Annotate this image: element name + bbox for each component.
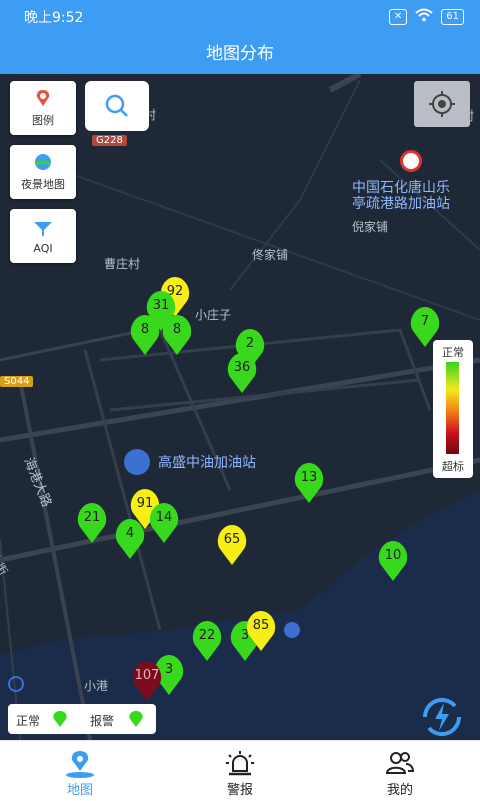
station-marker-value: 21	[83, 510, 101, 525]
station-marker-value: 85	[252, 618, 270, 633]
gauge-bottom-label: 超标	[442, 460, 464, 473]
map-label-cao-zhuang: 曹庄村	[104, 257, 141, 271]
station-marker-value: 31	[152, 298, 170, 313]
mute-icon: ✕	[388, 8, 408, 25]
station-marker-value: 14	[155, 510, 173, 525]
station-marker-value: 13	[300, 470, 318, 485]
station-marker[interactable]: 4	[113, 518, 147, 560]
map-label-xiao-zhuang: 小庄子	[195, 308, 232, 322]
energy-bolt-icon	[420, 695, 464, 739]
battery-icon: 61	[441, 8, 464, 25]
legend-alarm-label: 报警	[90, 714, 115, 728]
refresh-icon[interactable]	[8, 676, 24, 692]
station-marker[interactable]: 8	[160, 314, 194, 356]
gas-station-icon	[124, 449, 150, 475]
tab-map-label: 地图	[66, 783, 93, 798]
night-map-label: 夜景地图	[21, 178, 65, 191]
station-marker-value: 7	[420, 314, 430, 329]
gauge-bar	[446, 362, 459, 454]
aqi-button[interactable]: AQI	[10, 209, 76, 263]
station-marker-value: 65	[223, 532, 241, 547]
wifi-icon	[415, 8, 433, 25]
map-label-sinopec-2: 亭疏港路加油站	[352, 196, 450, 212]
map-label-tong-jia-pu: 佟家铺	[252, 248, 289, 262]
alarm-light-icon	[226, 751, 254, 776]
map-tab-icon	[66, 751, 94, 778]
station-marker[interactable]: 85	[244, 610, 278, 652]
station-marker[interactable]: 107	[130, 660, 164, 702]
status-legend: 正常 报警	[8, 704, 156, 734]
station-marker[interactable]: 22	[190, 620, 224, 662]
night-map-icon	[35, 154, 51, 170]
map-label-ni-jia-pu: 倪家铺	[352, 220, 389, 234]
station-marker[interactable]: 13	[292, 462, 326, 504]
map-label-g228: G228	[92, 135, 127, 146]
crosshair-icon	[429, 91, 455, 117]
station-marker-value: 107	[134, 668, 160, 683]
locate-button[interactable]	[414, 81, 470, 127]
map-label-gaosheng: 高盛中油加油站	[158, 455, 256, 471]
aqi-label: AQI	[33, 241, 53, 255]
legend-button[interactable]: 图例	[10, 81, 76, 135]
tab-map[interactable]: 地图	[20, 741, 140, 801]
station-marker-value: 8	[172, 322, 182, 337]
alarm-marker-icon	[129, 711, 143, 727]
station-marker[interactable]: 36	[225, 352, 259, 394]
search-button[interactable]	[85, 81, 149, 131]
station-marker[interactable]: 8	[128, 314, 162, 356]
station-marker[interactable]: 21	[75, 502, 109, 544]
gas-station-icon	[400, 150, 422, 172]
aqi-gauge: 正常 超标	[433, 340, 473, 478]
anchor-icon	[284, 622, 300, 638]
map-pin-icon	[36, 90, 50, 106]
station-marker-value: 22	[198, 628, 216, 643]
air-filter-icon	[34, 221, 52, 236]
search-icon	[105, 94, 128, 117]
map-label-s044: S044	[0, 376, 34, 387]
tab-mine[interactable]: 我的	[340, 741, 460, 801]
station-marker[interactable]: 65	[215, 524, 249, 566]
legend-button-label: 图例	[32, 114, 54, 127]
bottom-tab-bar: 地图 警报 我的	[0, 740, 480, 801]
tab-mine-label: 我的	[386, 783, 413, 798]
station-marker-value: 4	[125, 526, 135, 541]
tab-alarm-label: 警报	[226, 783, 253, 798]
status-time: 晚上9:52	[24, 10, 84, 26]
map-label-xiao-gang: 小港	[84, 679, 109, 693]
station-marker[interactable]: 14	[147, 502, 181, 544]
normal-marker-icon	[53, 711, 67, 727]
tab-alarm[interactable]: 警报	[180, 741, 300, 801]
page-title: 地图分布	[0, 34, 480, 74]
gauge-top-label: 正常	[442, 346, 464, 359]
night-map-button[interactable]: 夜景地图	[10, 145, 76, 199]
station-marker-value: 8	[140, 322, 150, 337]
station-marker-value: 36	[233, 360, 251, 375]
station-marker-value: 10	[384, 548, 402, 563]
legend-normal-label: 正常	[16, 714, 41, 728]
status-bar: 晚上9:52 ✕ 61	[0, 0, 480, 34]
station-marker[interactable]: 10	[376, 540, 410, 582]
users-icon	[385, 752, 415, 774]
energy-refresh-button[interactable]	[417, 692, 467, 742]
station-marker-value: 2	[245, 336, 255, 351]
